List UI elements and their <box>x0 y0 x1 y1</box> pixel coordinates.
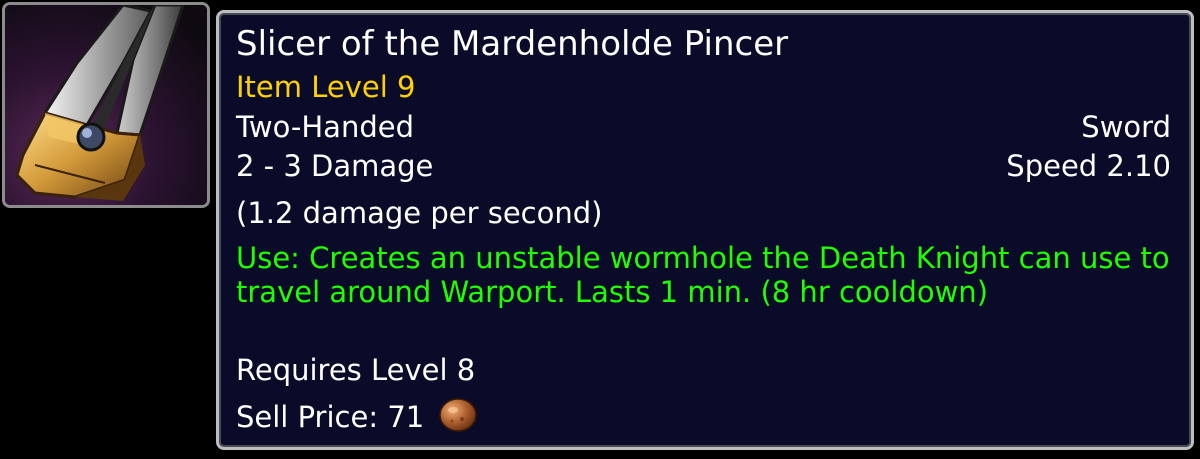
item-tooltip: Slicer of the Mardenholde Pincer Item Le… <box>216 10 1194 450</box>
sell-price: Sell Price: 71 <box>236 397 478 435</box>
weapon-type: Sword <box>1081 110 1171 144</box>
sword-pincer-icon <box>5 5 207 205</box>
required-level: Requires Level 8 <box>236 353 476 387</box>
damage-row: 2 - 3 Damage Speed 2.10 <box>236 152 1171 181</box>
item-name: Slicer of the Mardenholde Pincer <box>236 24 789 64</box>
weapon-speed: Speed 2.10 <box>1006 149 1171 183</box>
dps-text: (1.2 damage per second) <box>236 196 603 230</box>
item-level: Item Level 9 <box>236 70 416 104</box>
sell-price-amount: 71 <box>387 399 425 434</box>
copper-coin-icon <box>438 397 478 433</box>
sell-price-label: Sell Price: <box>236 399 379 434</box>
item-tooltip-view: Slicer of the Mardenholde Pincer Item Le… <box>0 0 1200 459</box>
damage-range: 2 - 3 Damage <box>236 149 434 183</box>
slot-row: Two-Handed Sword <box>236 113 1171 142</box>
item-icon-frame[interactable] <box>2 2 210 208</box>
hands-label: Two-Handed <box>236 110 414 144</box>
use-effect: Use: Creates an unstable wormhole the De… <box>236 241 1170 309</box>
